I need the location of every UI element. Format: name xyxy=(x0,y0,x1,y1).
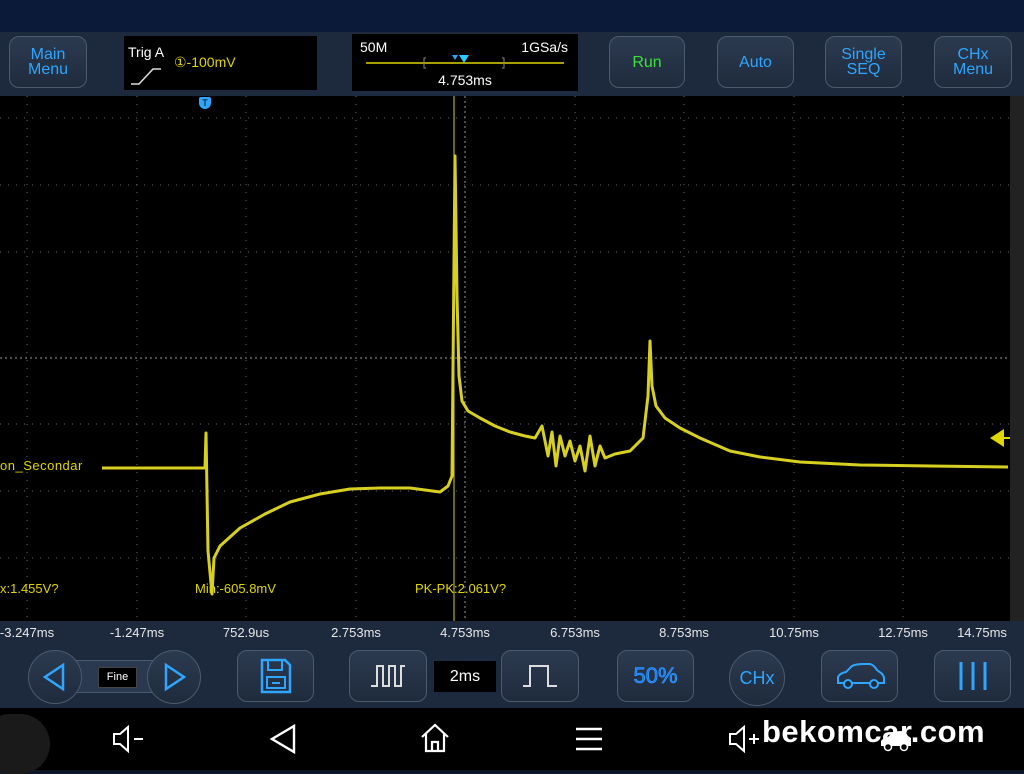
pan-right-button[interactable] xyxy=(147,650,201,704)
waveform-svg xyxy=(0,96,1010,621)
chx-menu-label: CHx Menu xyxy=(952,46,994,78)
max-measurement: x:1.455V? xyxy=(0,581,59,596)
right-arrow-icon xyxy=(164,662,187,692)
back-icon[interactable] xyxy=(266,722,300,756)
x-tick-label: 10.75ms xyxy=(769,625,819,640)
time-axis: -3.247ms -1.247ms 752.9us 2.753ms 4.753m… xyxy=(0,621,1024,645)
fine-toggle[interactable]: Fine xyxy=(98,667,137,688)
timebase-control: 2ms xyxy=(349,650,579,704)
main-menu-label: Main Menu xyxy=(27,46,69,78)
save-icon xyxy=(260,658,291,694)
narrow-pulse-icon xyxy=(371,665,405,687)
trigger-panel[interactable]: Trig A ①-100mV xyxy=(124,36,317,90)
wide-pulse-icon xyxy=(523,665,557,687)
waveform-display[interactable]: T on_Secondar x:1.455V? Min:-605.8mV PK-… xyxy=(0,96,1010,621)
home-icon[interactable] xyxy=(418,721,452,755)
status-bar xyxy=(0,0,1024,32)
run-button[interactable]: Run xyxy=(609,36,685,88)
memory-position-bar[interactable] xyxy=(364,52,568,70)
timebase-decrease-button[interactable] xyxy=(349,650,427,702)
x-tick-label: -3.247ms xyxy=(0,625,55,640)
chx-menu-button[interactable]: CHx Menu xyxy=(934,36,1012,88)
timebase-panel[interactable]: 50M 1GSa/s 4.753ms xyxy=(352,34,578,91)
trigger-marker-label: T xyxy=(202,98,208,108)
timebase-value: 2ms xyxy=(434,661,496,692)
time-position: 4.753ms xyxy=(438,72,492,88)
trigger-marker-icon[interactable]: T xyxy=(199,97,211,109)
x-tick-label: 8.753ms xyxy=(659,625,709,640)
single-seq-label: Single SEQ xyxy=(841,46,886,78)
main-menu-button[interactable]: Main Menu xyxy=(9,36,87,88)
car-icon xyxy=(836,663,885,689)
x-tick-label: -1.247ms xyxy=(109,625,165,640)
trigger-level: ①-100mV xyxy=(174,54,236,70)
auto-button[interactable]: Auto xyxy=(717,36,794,88)
save-button[interactable] xyxy=(237,650,314,702)
chx-select-button[interactable]: CHx xyxy=(729,650,785,706)
android-nav-bar: bekomcar.com xyxy=(0,708,1024,774)
pan-left-button[interactable] xyxy=(28,650,82,704)
trigger-label: Trig A xyxy=(128,44,165,60)
menu-icon[interactable] xyxy=(573,723,605,755)
position-control: Fine xyxy=(28,650,201,704)
x-tick-label: 14.75ms xyxy=(957,625,1007,640)
volume-down-icon[interactable] xyxy=(110,722,150,756)
columns-icon xyxy=(959,662,986,690)
min-measurement: Min:-605.8mV xyxy=(195,581,276,596)
watermark: bekomcar.com xyxy=(762,714,986,749)
screen-edge xyxy=(1010,96,1024,621)
layout-button[interactable] xyxy=(934,650,1011,702)
single-seq-button[interactable]: Single SEQ xyxy=(825,36,902,88)
run-label: Run xyxy=(632,53,662,71)
x-tick-label: 4.753ms xyxy=(440,625,490,640)
watermark-car-icon xyxy=(881,731,911,752)
nav-edge-shape xyxy=(0,714,50,774)
timebase-label: 2ms xyxy=(449,668,481,685)
fifty-percent-label: 50% xyxy=(633,663,678,689)
channel-name-label: on_Secondar xyxy=(0,458,83,473)
auto-label: Auto xyxy=(739,53,772,71)
x-tick-label: 752.9us xyxy=(222,625,270,640)
vehicle-button[interactable] xyxy=(821,650,898,702)
x-tick-label: 6.753ms xyxy=(550,625,600,640)
channel-1-trace xyxy=(102,154,1009,596)
channel-1-level-arrow-icon[interactable] xyxy=(990,429,1004,447)
chx-label: CHx xyxy=(739,667,775,688)
channel-1-level-stub xyxy=(1003,437,1010,439)
x-tick-label: 12.75ms xyxy=(878,625,928,640)
pk-pk-measurement: PK-PK:2.061V? xyxy=(415,581,507,596)
fifty-percent-button[interactable]: 50% xyxy=(617,650,694,702)
x-tick-label: 2.753ms xyxy=(331,625,381,640)
timebase-increase-button[interactable] xyxy=(501,650,579,702)
center-crosshair xyxy=(0,96,1010,621)
fine-label: Fine xyxy=(106,671,129,683)
left-arrow-icon xyxy=(42,662,65,692)
rising-edge-icon xyxy=(131,68,161,85)
